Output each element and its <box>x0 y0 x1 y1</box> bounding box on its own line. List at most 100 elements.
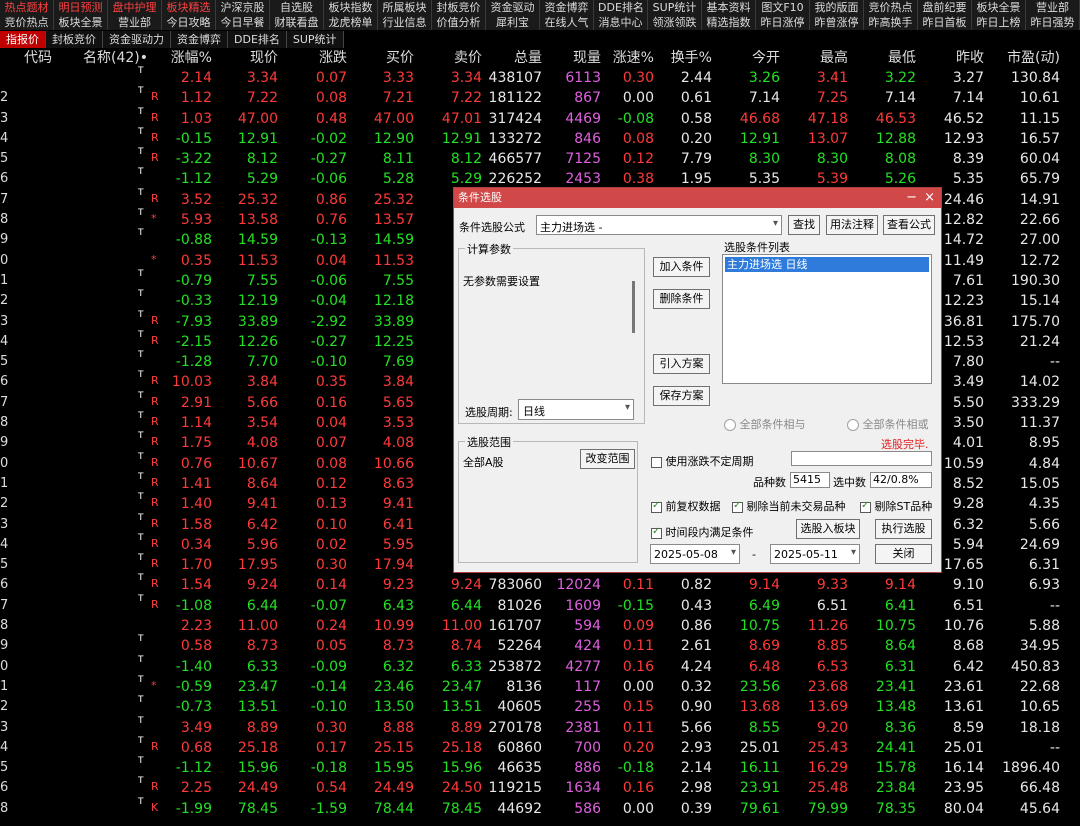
minimize-icon[interactable]: − <box>906 188 917 208</box>
close-button[interactable]: 关闭 <box>875 544 932 564</box>
limit-input[interactable] <box>791 451 932 466</box>
view-formula-button[interactable]: 查看公式 <box>883 215 935 235</box>
table-row[interactable]: 8 688036 传音控股 -1.99 78.45 -1.59 78.44 78.45 4469… <box>0 797 1080 819</box>
find-button[interactable]: 查找 <box>788 215 820 235</box>
toolbar-button[interactable]: 沪深京股 <box>216 0 270 15</box>
table-row[interactable]: 000523 红棉股份 2.14 3.34 0.07 3.33 3.34 438107 6113… <box>0 66 1080 88</box>
table-row[interactable]: 6 601939 XD建设银 1.54 9.24 0.14 9.23 9.24 783060 12… <box>0 573 1080 595</box>
table-row[interactable]: 4 603800 洪田股份 0.68 25.18 0.17 25.15 25.18 60860 7… <box>0 736 1080 758</box>
period-checkbox[interactable]: 时间段内满足条件 <box>651 524 754 540</box>
table-row[interactable]: 7 601949 中国出版 -1.08 6.44 -0.07 6.43 6.44 81026 16… <box>0 594 1080 616</box>
toolbar-button[interactable]: 昨日上榜 <box>972 15 1026 30</box>
column-header[interactable]: 名称(42)• <box>83 48 153 68</box>
table-row[interactable]: 3 603535 嘉诚国际 3.49 8.89 0.30 8.88 8.89 270178 238… <box>0 716 1080 738</box>
table-row[interactable]: 6 605011 杭州热电 2.25 24.49 0.54 24.49 24.50 119215… <box>0 776 1080 798</box>
toolbar-button[interactable]: 板块全景 <box>972 0 1026 15</box>
column-header[interactable]: 现价 <box>215 48 278 68</box>
toolbar-button[interactable]: 资金博弈 <box>540 0 594 15</box>
column-header[interactable]: 现量 <box>545 48 601 68</box>
table-row[interactable]: 2 603367 辰欣药业 -0.73 13.51 -0.10 13.50 13.51 4060… <box>0 695 1080 717</box>
fq-checkbox[interactable]: 前复权数据 <box>651 498 721 514</box>
column-header[interactable]: 今开 <box>716 48 780 68</box>
radio-and[interactable]: 全部条件相与 <box>724 416 806 432</box>
table-row[interactable]: 1 603281 江瀚新材 -0.59 23.47 -0.14 23.46 23.47 8136… <box>0 675 1080 697</box>
toolbar-button[interactable]: 昨曾涨停 <box>810 15 864 30</box>
column-header[interactable]: 最低 <box>852 48 916 68</box>
toolbar-button[interactable]: 昨高换手 <box>864 15 918 30</box>
column-header[interactable]: 涨幅% <box>160 48 212 68</box>
usage-button[interactable]: 用法注释 <box>826 215 878 235</box>
tab-1[interactable]: 封板竞价 <box>46 31 103 48</box>
toolbar-button[interactable]: 图文F10 <box>756 0 810 15</box>
column-header[interactable]: 市盈(动) <box>988 48 1060 68</box>
date-to-input[interactable]: 2025-05-11 ▾ <box>770 544 860 564</box>
toolbar-button[interactable]: 盘前纪要 <box>918 0 972 15</box>
condition-list-item[interactable]: 主力进场选 日线 <box>725 257 929 272</box>
notrade-checkbox[interactable]: 剔除当前未交易品种 <box>732 498 846 514</box>
toolbar-button[interactable]: 领涨领跌 <box>648 15 702 30</box>
toolbar-button[interactable]: 自选股 <box>270 0 324 15</box>
toolbar-button[interactable]: 资金驱动 <box>486 0 540 15</box>
toolbar-button[interactable]: 板块全景 <box>54 15 108 30</box>
import-plan-button[interactable]: 引入方案 <box>653 354 710 374</box>
toolbar-button[interactable]: 消息中心 <box>594 15 648 30</box>
column-header[interactable]: 总量 <box>486 48 542 68</box>
toolbar-button[interactable]: 盘中护理 <box>108 0 162 15</box>
period-select[interactable]: 日线 ▾ <box>518 399 634 420</box>
toolbar-button[interactable]: 封板竞价 <box>432 0 486 15</box>
toolbar-button[interactable]: 今日攻略 <box>162 15 216 30</box>
tab-0[interactable]: 指报价 <box>0 31 46 48</box>
toolbar-button[interactable]: 精选指数 <box>702 15 756 30</box>
condition-list[interactable]: 主力进场选 日线 <box>722 254 932 384</box>
table-row[interactable]: 4 001965 招商公路 -0.15 12.91 -0.02 12.90 12.91 1332… <box>0 127 1080 149</box>
toolbar-button[interactable]: 所属板块 <box>378 0 432 15</box>
column-header[interactable]: 代码 <box>24 48 84 68</box>
delete-condition-button[interactable]: 删除条件 <box>653 289 710 309</box>
column-header[interactable]: 买价 <box>350 48 414 68</box>
column-header[interactable]: 换手% <box>658 48 712 68</box>
tab-2[interactable]: 资金驱动力 <box>103 31 171 48</box>
toolbar-button[interactable]: 在线人气 <box>540 15 594 30</box>
column-header[interactable]: 最高 <box>784 48 848 68</box>
column-header[interactable]: 涨速% <box>604 48 654 68</box>
toolbar-button[interactable]: DDE排名 <box>594 0 648 15</box>
tab-4[interactable]: DDE排名 <box>228 31 287 48</box>
table-row[interactable]: 3 000651 格力电器 1.03 47.00 0.48 47.00 47.01 317424… <box>0 107 1080 129</box>
toolbar-button[interactable]: 明日预测 <box>54 0 108 15</box>
save-plan-button[interactable]: 保存方案 <box>653 386 710 406</box>
use-limit-checkbox[interactable]: 使用涨跌不定周期 <box>651 453 754 469</box>
formula-select[interactable]: 主力进场选 - ▾ <box>536 215 782 235</box>
toolbar-button[interactable]: 今日早餐 <box>216 15 270 30</box>
toolbar-button[interactable]: 昨日涨停 <box>756 15 810 30</box>
toolbar-button[interactable]: 我的版面 <box>810 0 864 15</box>
date-from-input[interactable]: 2025-05-08 ▾ <box>650 544 740 564</box>
toolbar-button[interactable]: 昨日强势 <box>1026 15 1080 30</box>
toolbar-button[interactable]: 犀利宝 <box>486 15 540 30</box>
toolbar-button[interactable]: 基本资料 <box>702 0 756 15</box>
column-header[interactable]: 昨收 <box>920 48 984 68</box>
toolbar-button[interactable]: 价值分析 <box>432 15 486 30</box>
to-block-button[interactable]: 选股入板块 <box>796 519 860 539</box>
params-scrollbar[interactable] <box>632 281 635 333</box>
table-row[interactable]: 5 603819 神力股份 -1.12 15.96 -0.18 15.95 15.96 4663… <box>0 756 1080 778</box>
toolbar-button[interactable]: 热点题材 <box>0 0 54 15</box>
add-condition-button[interactable]: 加入条件 <box>653 257 710 277</box>
toolbar-button[interactable]: 营业部 <box>108 15 162 30</box>
change-range-button[interactable]: 改变范围 <box>580 449 635 469</box>
toolbar-button[interactable]: 竞价热点 <box>864 0 918 15</box>
toolbar-button[interactable]: 龙虎榜单 <box>324 15 378 30</box>
column-header[interactable]: 卖价 <box>418 48 482 68</box>
toolbar-button[interactable]: 昨日首板 <box>918 15 972 30</box>
toolbar-button[interactable]: 财联看盘 <box>270 15 324 30</box>
toolbar-button[interactable]: 行业信息 <box>378 15 432 30</box>
table-row[interactable]: 8 601963 重庆银行 2.23 11.00 0.24 10.99 11.00 161707… <box>0 616 1080 636</box>
dialog-titlebar[interactable]: 条件选股 − × <box>454 188 941 208</box>
tab-5[interactable]: SUP统计 <box>286 31 344 48</box>
execute-button[interactable]: 执行选股 <box>875 519 932 539</box>
table-row[interactable]: 0 603117 万林物流 -1.40 6.33 -0.09 6.32 6.33 253872 4… <box>0 655 1080 677</box>
radio-or[interactable]: 全部条件相或 <box>847 416 929 432</box>
st-checkbox[interactable]: 剔除ST品种 <box>860 498 932 514</box>
column-header[interactable]: 涨跌 <box>282 48 347 68</box>
close-icon[interactable]: × <box>924 188 935 208</box>
tab-3[interactable]: 资金博弈 <box>171 31 228 48</box>
